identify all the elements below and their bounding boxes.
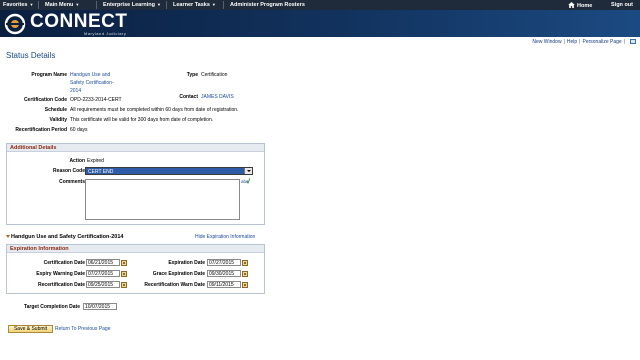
page-settings-icon[interactable] [630,39,636,44]
program-name-label: Program Name [31,72,67,78]
brand-subtitle: Maryland Judiciary [84,31,127,36]
schedule-value: All requirements must be completed withi… [70,107,239,113]
program-name-line3[interactable]: 2014 [70,88,81,94]
additional-details-title: Additional Details [7,144,264,152]
grace-expiration-date-input[interactable]: 09/30/2015 [207,270,241,277]
nav-main-menu[interactable]: Main Menu ▼ [45,2,79,8]
certification-code-label: Certification Code [23,97,67,103]
nav-main-menu-label: Main Menu [45,2,74,8]
reason-code-label: Reason Code [53,168,85,174]
nav-administer-label: Administer Program Rosters [230,2,305,8]
recertification-warn-date-label: Recertification Warn Date [144,282,205,288]
chevron-down-icon: ▼ [75,2,80,7]
recertification-period-label: Recertification Period [15,127,67,133]
action-label: Action [69,158,85,164]
expiration-information-section: Expiration Information Certification Dat… [6,244,265,294]
help-link[interactable]: Help [567,39,577,45]
program-collapse-title: Handgun Use and Safety Certification-201… [11,234,124,240]
schedule-label: Schedule [44,107,67,113]
nav-learner-tasks[interactable]: Learner Tasks ▼ [173,2,216,8]
nav-learner-tasks-label: Learner Tasks [173,2,210,8]
page-title: Status Details [6,51,56,60]
target-completion-date-input[interactable]: 10/07/2015 [83,303,117,310]
return-to-previous-page-link[interactable]: Return To Previous Page [55,326,111,332]
validity-label: Validity [49,117,67,123]
program-name-line1[interactable]: Handgun Use and [70,72,110,78]
nav-divider [96,1,97,9]
additional-details-section: Additional Details Action Expired Reason… [6,143,265,225]
certification-date-input[interactable]: 06/21/2015 [86,259,120,266]
action-value: Expired [87,158,104,164]
nav-administer-program-rosters[interactable]: Administer Program Rosters [230,2,305,8]
utility-links: New Window | Help | Personalize Page | [532,39,636,45]
nav-enterprise-learning-label: Enterprise Learning [103,2,155,8]
type-value: Certification [201,72,228,78]
certification-date-label: Certification Date [43,260,85,266]
personalize-page-link[interactable]: Personalize Page [582,39,621,45]
chevron-down-icon: ▼ [29,2,34,7]
nav-divider [166,1,167,9]
program-collapse-header[interactable]: Handgun Use and Safety Certification-201… [6,234,123,240]
nav-enterprise-learning[interactable]: Enterprise Learning ▼ [103,2,161,8]
save-submit-button[interactable]: Save & Submit [8,325,53,333]
sign-out-link[interactable]: Sign out [611,2,633,8]
expiry-warning-date-label: Expiry Warning Date [36,271,85,277]
comments-label: Comments [59,179,85,185]
recertification-warn-date-input[interactable]: 09/11/2015 [207,281,241,288]
reason-code-selected: CERT END [88,169,114,175]
expiration-date-label: Expiration Date [168,260,205,266]
contact-label: Contact [179,94,198,100]
expiration-date-input[interactable]: 07/27/2015 [207,259,241,266]
hide-expiration-link[interactable]: Hide Expiration Information [195,234,255,240]
recertification-period-value: 60 days [70,127,88,133]
recertification-date-label: Recertification Date [38,282,85,288]
spellcheck-icon[interactable]: abc [241,178,250,184]
calendar-icon[interactable] [242,282,248,288]
nav-divider [38,1,39,9]
grace-expiration-date-label: Grace Expiration Date [152,271,205,277]
recertification-date-input[interactable]: 09/25/2015 [86,281,120,288]
brand-name: CONNECT [30,11,128,32]
collapse-triangle-icon[interactable] [6,235,10,238]
type-label: Type [186,72,198,78]
new-window-link[interactable]: New Window [532,39,561,45]
nav-favorites[interactable]: Favorites ▼ [3,2,33,8]
calendar-icon[interactable] [242,260,248,266]
home-label: Home [577,3,593,9]
validity-value: This certificate will be valid for 300 d… [70,117,214,123]
program-name-line2[interactable]: Safety Certification- [70,80,114,86]
nav-divider [223,1,224,9]
top-nav-bar: Favorites ▼ Main Menu ▼ Enterprise Learnin… [0,0,640,10]
expiration-information-title: Expiration Information [7,245,264,253]
link-separator: | [623,39,625,45]
brand-banner: CONNECT Maryland Judiciary [0,10,640,37]
home-icon [568,2,575,8]
certification-code-value: OPD-2233-2014-CERT [70,97,122,103]
dropdown-arrow-icon[interactable] [244,168,252,174]
comments-textarea[interactable] [85,179,240,220]
calendar-icon[interactable] [242,271,248,277]
home-link[interactable]: Home [568,2,592,9]
connect-logo-icon [4,13,26,35]
expiry-warning-date-input[interactable]: 07/27/2015 [86,270,120,277]
chevron-down-icon: ▼ [156,2,161,7]
nav-favorites-label: Favorites [3,2,28,8]
link-separator: | [563,39,565,45]
sign-out-label: Sign out [611,2,633,8]
chevron-down-icon: ▼ [211,2,216,7]
contact-link[interactable]: JAMES DAVIS [201,94,234,100]
target-completion-date-label: Target Completion Date [23,304,80,310]
reason-code-select[interactable]: CERT END [85,167,253,175]
link-separator: | [579,39,581,45]
